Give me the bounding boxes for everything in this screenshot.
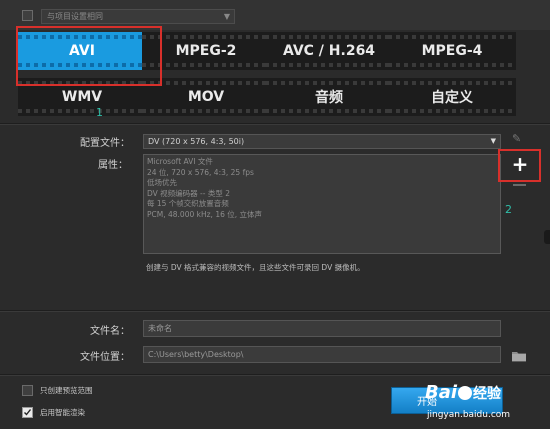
panel-collapse-handle[interactable] — [544, 230, 550, 244]
chevron-down-icon: ▼ — [223, 12, 230, 21]
smart-render-checkbox[interactable] — [22, 407, 33, 418]
profile-preset-dropdown[interactable]: 与项目设置相同 ▼ — [41, 9, 235, 24]
format-label-avc: AVC / H.264 — [282, 43, 376, 59]
filename-value: 未命名 — [148, 324, 172, 333]
minus-icon[interactable] — [513, 184, 526, 186]
format-tile-audio[interactable]: 音频 — [265, 78, 393, 116]
properties-label: 属性： — [98, 160, 128, 171]
format-label-mpeg2: MPEG-2 — [175, 43, 237, 59]
location-label: 文件位置： — [80, 352, 130, 363]
property-line: 24 位, 720 x 576, 4:3, 25 fps — [147, 167, 254, 177]
filename-label: 文件名： — [90, 326, 130, 337]
pencil-icon[interactable]: ✎ — [512, 132, 521, 145]
preview-range-label: 只创建预览范围 — [40, 386, 93, 395]
annotation-number-2: 2 — [505, 203, 512, 216]
format-tile-mpeg4[interactable]: MPEG-4 — [388, 32, 516, 70]
property-line: 低场优先 — [147, 178, 177, 187]
filename-input[interactable]: 未命名 — [143, 320, 501, 337]
watermark-brand-suffix: 经验 — [473, 386, 502, 402]
watermark-site: jingyan.baidu.com — [427, 410, 511, 420]
format-tile-custom[interactable]: 自定义 — [388, 78, 516, 116]
format-label-wmv: WMV — [61, 89, 103, 105]
project-settings-checkbox[interactable] — [22, 10, 33, 21]
baidu-watermark-logo: Bai 经验 — [425, 382, 501, 403]
preview-range-checkbox[interactable] — [22, 385, 33, 396]
divider — [0, 374, 550, 376]
property-line: PCM, 48.000 kHz, 16 位, 立体声 — [147, 209, 263, 219]
plus-icon[interactable]: + — [511, 151, 529, 177]
folder-icon[interactable] — [511, 347, 527, 362]
format-tile-avc[interactable]: AVC / H.264 — [265, 32, 393, 70]
profile-dropdown[interactable]: DV (720 x 576, 4:3, 50i) ▼ — [143, 134, 501, 149]
profile-label: 配置文件： — [80, 138, 130, 149]
format-label-audio: 音频 — [315, 90, 343, 106]
smart-render-label: 启用智能渲染 — [40, 408, 85, 417]
divider — [0, 123, 550, 125]
format-label-mpeg4: MPEG-4 — [421, 43, 483, 59]
annotation-number-1: 1 — [96, 106, 103, 119]
format-label-custom: 自定义 — [431, 90, 473, 106]
profile-preset-value: 与项目设置相同 — [47, 12, 103, 21]
format-label-mov: MOV — [187, 89, 225, 105]
paw-icon — [458, 386, 473, 400]
location-input[interactable]: C:\Users\betty\Desktop\ — [143, 346, 501, 363]
checkmark-icon — [24, 409, 32, 416]
property-line: DV 视频编码器 -- 类型 2 — [147, 188, 230, 198]
property-line: 每 15 个帧交织放置音频 — [147, 199, 229, 208]
property-line: Microsoft AVI 文件 — [147, 157, 213, 166]
watermark-brand: Bai — [425, 382, 458, 403]
properties-box: Microsoft AVI 文件 24 位, 720 x 576, 4:3, 2… — [143, 154, 501, 254]
profile-value: DV (720 x 576, 4:3, 50i) — [148, 137, 245, 146]
location-value: C:\Users\betty\Desktop\ — [148, 350, 244, 359]
annotation-box-avi — [16, 26, 162, 86]
divider — [0, 310, 550, 312]
chevron-down-icon: ▼ — [490, 137, 496, 145]
format-description: 创建与 DV 格式兼容的视频文件，且这些文件可录回 DV 摄像机。 — [146, 263, 365, 272]
